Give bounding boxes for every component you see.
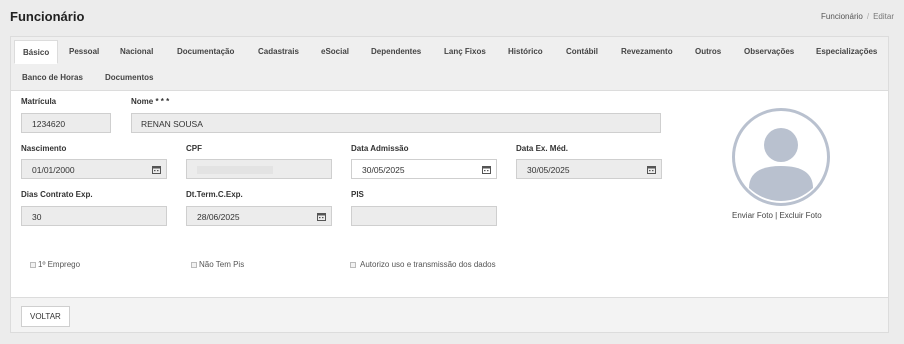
checkbox-icon[interactable] [30, 261, 36, 268]
tab-dependentes[interactable]: Dependentes [371, 47, 421, 56]
data-admissao-label: Data Admissão [351, 144, 409, 153]
cpf-label: CPF [186, 144, 202, 153]
breadcrumb-parent-link[interactable]: Funcionário [821, 12, 863, 21]
tab-especializacoes[interactable]: Especializações [816, 47, 877, 56]
cpf-redacted-block [197, 166, 273, 174]
calendar-icon[interactable] [146, 159, 166, 179]
employee-card: Básico Pessoal Nacional Documentação Cad… [10, 36, 889, 333]
tab-nacional[interactable]: Nacional [120, 47, 153, 56]
dias-contrato-label: Dias Contrato Exp. [21, 190, 93, 199]
nao-tem-pis-label: Não Tem Pis [199, 260, 245, 269]
tab-observacoes[interactable]: Observações [744, 47, 794, 56]
user-silhouette-icon [732, 108, 830, 206]
tab-bar: Básico Pessoal Nacional Documentação Cad… [11, 37, 888, 91]
tab-lanc-fixos[interactable]: Lanç Fixos [444, 47, 486, 56]
pis-field[interactable] [351, 206, 497, 226]
tab-revezamento[interactable]: Revezamento [621, 47, 673, 56]
breadcrumb-current: Editar [873, 12, 894, 21]
dt-term-label: Dt.Term.C.Exp. [186, 190, 243, 199]
data-ex-med-label: Data Ex. Méd. [516, 144, 569, 153]
photo-actions: Enviar Foto | Excluir Foto [732, 211, 822, 220]
tab-outros[interactable]: Outros [695, 47, 721, 56]
tab-contabil[interactable]: Contábil [566, 47, 598, 56]
tab-pessoal[interactable]: Pessoal [69, 47, 99, 56]
breadcrumb: Funcionário / Editar [821, 12, 894, 21]
tab-basico[interactable]: Básico [14, 40, 59, 64]
enviar-foto-link[interactable]: Enviar Foto [732, 211, 773, 220]
form-footer: VOLTAR [11, 297, 888, 332]
nome-label: Nome * * * [131, 97, 170, 106]
calendar-icon[interactable] [311, 206, 331, 226]
voltar-button[interactable]: VOLTAR [21, 306, 70, 327]
primeiro-emprego-label: 1º Emprego [38, 260, 81, 269]
tab-documentacao[interactable]: Documentação [177, 47, 234, 56]
tab-banco-de-horas[interactable]: Banco de Horas [22, 73, 83, 82]
nome-field[interactable]: RENAN SOUSA [131, 113, 661, 133]
autorizo-checkbox[interactable]: Autorizo uso e transmissão dos dados [350, 260, 496, 269]
dias-contrato-field[interactable]: 30 [21, 206, 167, 226]
matricula-field[interactable]: 1234620 [21, 113, 111, 133]
nao-tem-pis-checkbox[interactable]: Não Tem Pis [191, 260, 244, 269]
excluir-foto-link[interactable]: Excluir Foto [779, 211, 821, 220]
tab-documentos[interactable]: Documentos [105, 73, 153, 82]
nascimento-label: Nascimento [21, 144, 67, 153]
pis-label: PIS [351, 190, 364, 199]
primeiro-emprego-checkbox[interactable]: 1º Emprego [30, 260, 80, 269]
tab-cadastrais[interactable]: Cadastrais [258, 47, 299, 56]
checkbox-icon[interactable] [350, 261, 356, 268]
breadcrumb-separator: / [866, 12, 870, 21]
tab-esocial[interactable]: eSocial [321, 47, 349, 56]
page-title: Funcionário [10, 9, 85, 24]
page-header: Funcionário Funcionário / Editar [0, 0, 904, 34]
matricula-label: Matrícula [21, 97, 57, 106]
autorizo-label: Autorizo uso e transmissão dos dados [360, 260, 496, 269]
calendar-icon[interactable] [476, 159, 496, 179]
tab-historico[interactable]: Histórico [508, 47, 543, 56]
checkbox-icon[interactable] [191, 261, 197, 268]
calendar-icon[interactable] [641, 159, 661, 179]
